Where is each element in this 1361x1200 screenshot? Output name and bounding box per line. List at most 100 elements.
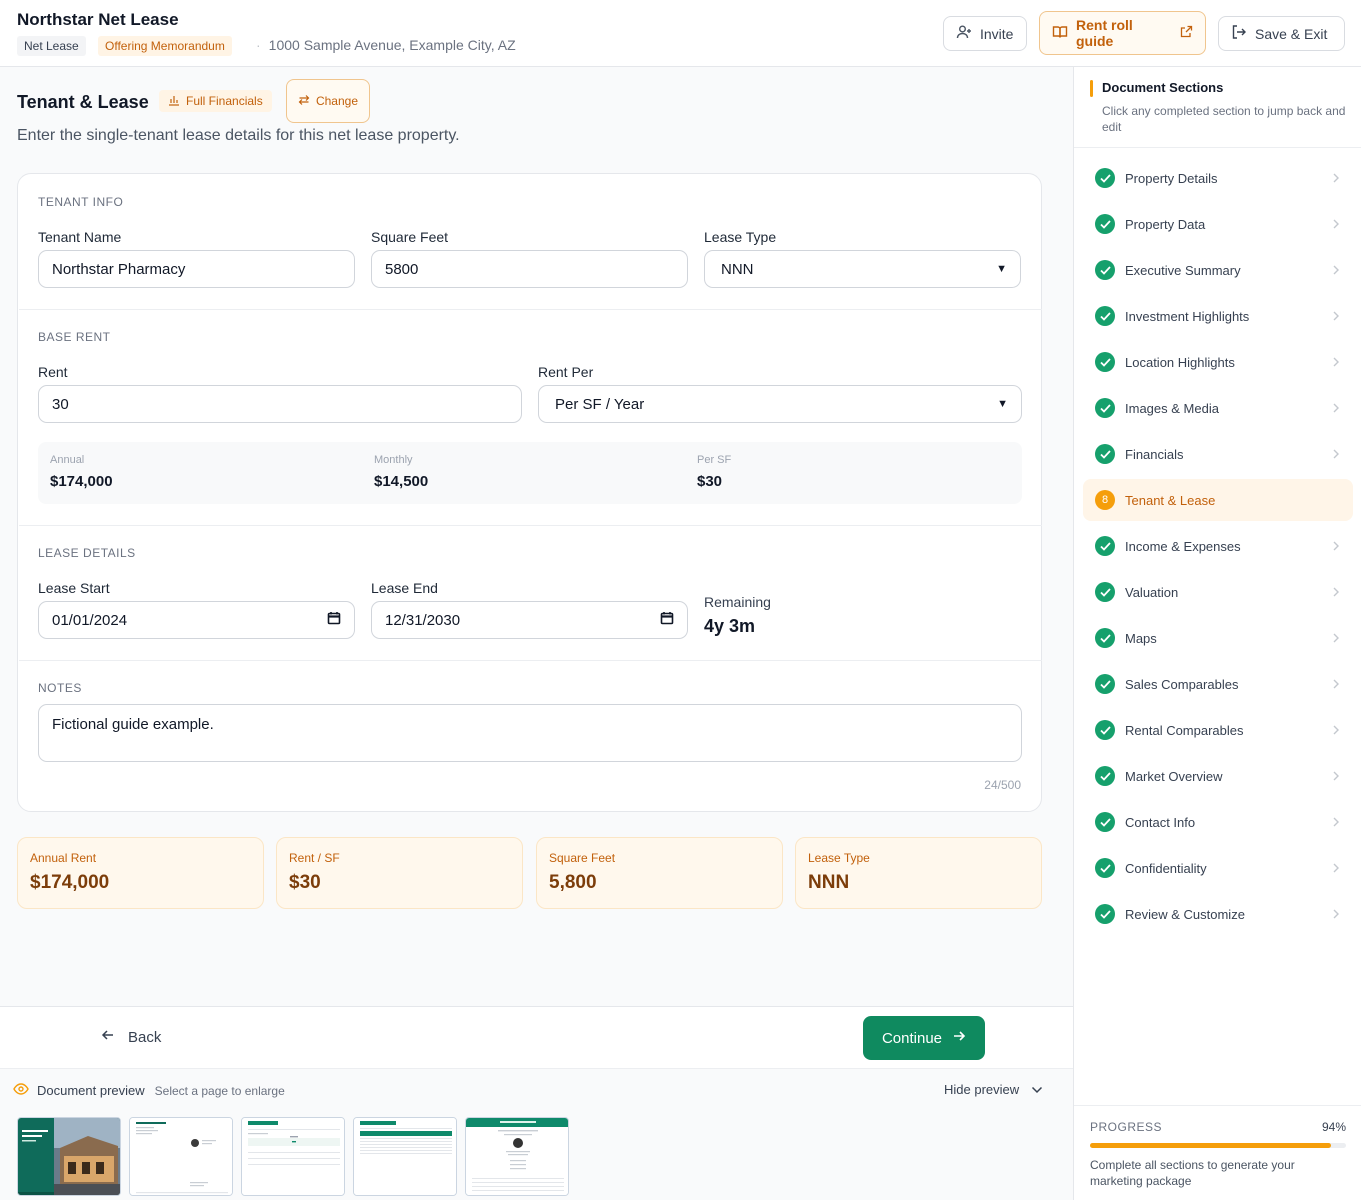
sidebar-item-label: Valuation [1125, 584, 1179, 600]
divider [19, 525, 1042, 526]
rent-calculation-panel: Annual $174,000 Monthly $14,500 Per SF $… [38, 442, 1022, 504]
invite-button[interactable]: Invite [943, 16, 1027, 51]
notes-textarea[interactable]: Fictional guide example. [38, 704, 1022, 762]
sidebar-item[interactable]: Maps [1083, 617, 1353, 659]
sidebar-item[interactable]: Location Highlights [1083, 341, 1353, 383]
lease-type-select[interactable]: NNN ▼ [704, 250, 1021, 288]
preview-header: Document preview Select a page to enlarg… [13, 1082, 285, 1099]
sidebar-item[interactable]: Financials [1083, 433, 1353, 475]
summary-value: $30 [289, 872, 321, 893]
logout-icon [1231, 24, 1247, 43]
check-circle-icon [1095, 536, 1115, 556]
sidebar-item-label: Income & Expenses [1125, 538, 1241, 554]
arrow-left-icon [100, 1027, 116, 1047]
accent-bar [1090, 80, 1093, 97]
chevron-right-icon [1333, 631, 1339, 646]
hide-preview-button[interactable]: Hide preview [944, 1082, 1043, 1097]
chevron-right-icon [1333, 769, 1339, 784]
sidebar-item-label: Images & Media [1125, 400, 1219, 416]
full-financials-button[interactable]: Full Financials [159, 90, 272, 112]
preview-page-3[interactable] [241, 1117, 345, 1196]
sidebar-item[interactable]: Valuation [1083, 571, 1353, 613]
lease-end-input[interactable]: 12/31/2030 [371, 601, 688, 639]
chevron-right-icon [1333, 861, 1339, 876]
chevron-right-icon [1333, 171, 1339, 186]
check-circle-icon [1095, 352, 1115, 372]
sidebar-item[interactable]: Property Details [1083, 157, 1353, 199]
check-circle-icon [1095, 812, 1115, 832]
lease-form-card: TENANT INFO Tenant Name Northstar Pharma… [17, 173, 1042, 812]
sidebar-item-label: Review & Customize [1125, 906, 1245, 922]
sidebar-item[interactable]: Images & Media [1083, 387, 1353, 429]
preview-page-cover[interactable] [17, 1117, 121, 1196]
rent-roll-guide-button[interactable]: Rent roll guide [1039, 11, 1206, 55]
tenant-name-input[interactable]: Northstar Pharmacy [38, 250, 355, 288]
preview-title: Document preview [37, 1083, 145, 1098]
arrow-right-icon [952, 1029, 966, 1047]
step-navigation: Back Continue [0, 1006, 1073, 1068]
document-type-tag: Offering Memorandum [98, 36, 232, 56]
rent-input[interactable]: 30 [38, 385, 522, 423]
change-button[interactable]: Change [286, 79, 370, 123]
rent-label: Rent [38, 364, 68, 380]
sidebar-item[interactable]: Review & Customize [1083, 893, 1353, 935]
sidebar-item[interactable]: Executive Summary [1083, 249, 1353, 291]
lease-start-label: Lease Start [38, 580, 110, 596]
document-sections-sidebar: Document Sections Click any completed se… [1073, 67, 1361, 1200]
chevron-down-icon: ▼ [997, 398, 1008, 410]
summary-annual-rent: Annual Rent $174,000 [17, 837, 264, 909]
preview-page-2[interactable] [129, 1117, 233, 1196]
preview-page-4[interactable] [353, 1117, 457, 1196]
sidebar-item-label: Property Data [1125, 216, 1206, 232]
check-circle-icon [1095, 904, 1115, 924]
sidebar-item[interactable]: 8 Tenant & Lease [1083, 479, 1353, 521]
summary-value: $174,000 [30, 872, 110, 893]
change-label: Change [315, 94, 359, 108]
square-feet-input[interactable]: 5800 [371, 250, 688, 288]
sidebar-item[interactable]: Confidentiality [1083, 847, 1353, 889]
sidebar-item[interactable]: Contact Info [1083, 801, 1353, 843]
back-button[interactable]: Back [100, 1027, 161, 1047]
sidebar-item-label: Property Details [1125, 170, 1218, 186]
calendar-icon[interactable] [327, 611, 341, 629]
square-feet-label: Square Feet [371, 229, 449, 245]
divider [19, 309, 1042, 310]
summary-rent-per-sf: Rent / SF $30 [276, 837, 523, 909]
address-text: 1000 Sample Avenue, Example City, AZ [268, 37, 516, 53]
lease-end-value: 12/31/2030 [385, 611, 461, 629]
summary-lease-type: Lease Type NNN [795, 837, 1042, 909]
full-financials-label: Full Financials [186, 94, 263, 108]
sidebar-item[interactable]: Sales Comparables [1083, 663, 1353, 705]
chevron-right-icon [1333, 447, 1339, 462]
sidebar-item[interactable]: Income & Expenses [1083, 525, 1353, 567]
continue-button[interactable]: Continue [863, 1016, 985, 1060]
chevron-right-icon [1333, 401, 1339, 416]
chevron-right-icon [1333, 263, 1339, 278]
section-title: Tenant & Lease [17, 92, 149, 112]
calendar-icon[interactable] [660, 611, 674, 629]
tenant-info-heading: TENANT INFO [38, 195, 124, 209]
preview-page-5[interactable] [465, 1117, 569, 1196]
chevron-right-icon [1333, 907, 1339, 922]
property-type-tag: Net Lease [17, 36, 86, 56]
chevron-down-icon: ▼ [996, 263, 1007, 275]
summary-label: Annual Rent [30, 851, 97, 865]
sidebar-item-label: Market Overview [1125, 768, 1223, 784]
save-exit-button[interactable]: Save & Exit [1218, 16, 1345, 51]
summary-value: 5,800 [549, 872, 597, 893]
save-exit-label: Save & Exit [1255, 25, 1328, 42]
sidebar-item[interactable]: Market Overview [1083, 755, 1353, 797]
tenant-name-value: Northstar Pharmacy [52, 260, 186, 278]
square-feet-value: 5800 [385, 260, 419, 278]
sidebar-item[interactable]: Property Data [1083, 203, 1353, 245]
rent-per-select[interactable]: Per SF / Year ▼ [538, 385, 1022, 423]
base-rent-heading: BASE RENT [38, 330, 111, 344]
check-circle-icon [1095, 720, 1115, 740]
lease-start-input[interactable]: 01/01/2024 [38, 601, 355, 639]
remaining-value: 4y 3m [704, 616, 756, 636]
lease-type-label: Lease Type [704, 229, 777, 245]
sidebar-item[interactable]: Investment Highlights [1083, 295, 1353, 337]
per-sf-label: Per SF [697, 454, 732, 466]
sidebar-item[interactable]: Rental Comparables [1083, 709, 1353, 751]
document-preview: Document preview Select a page to enlarg… [0, 1068, 1073, 1200]
